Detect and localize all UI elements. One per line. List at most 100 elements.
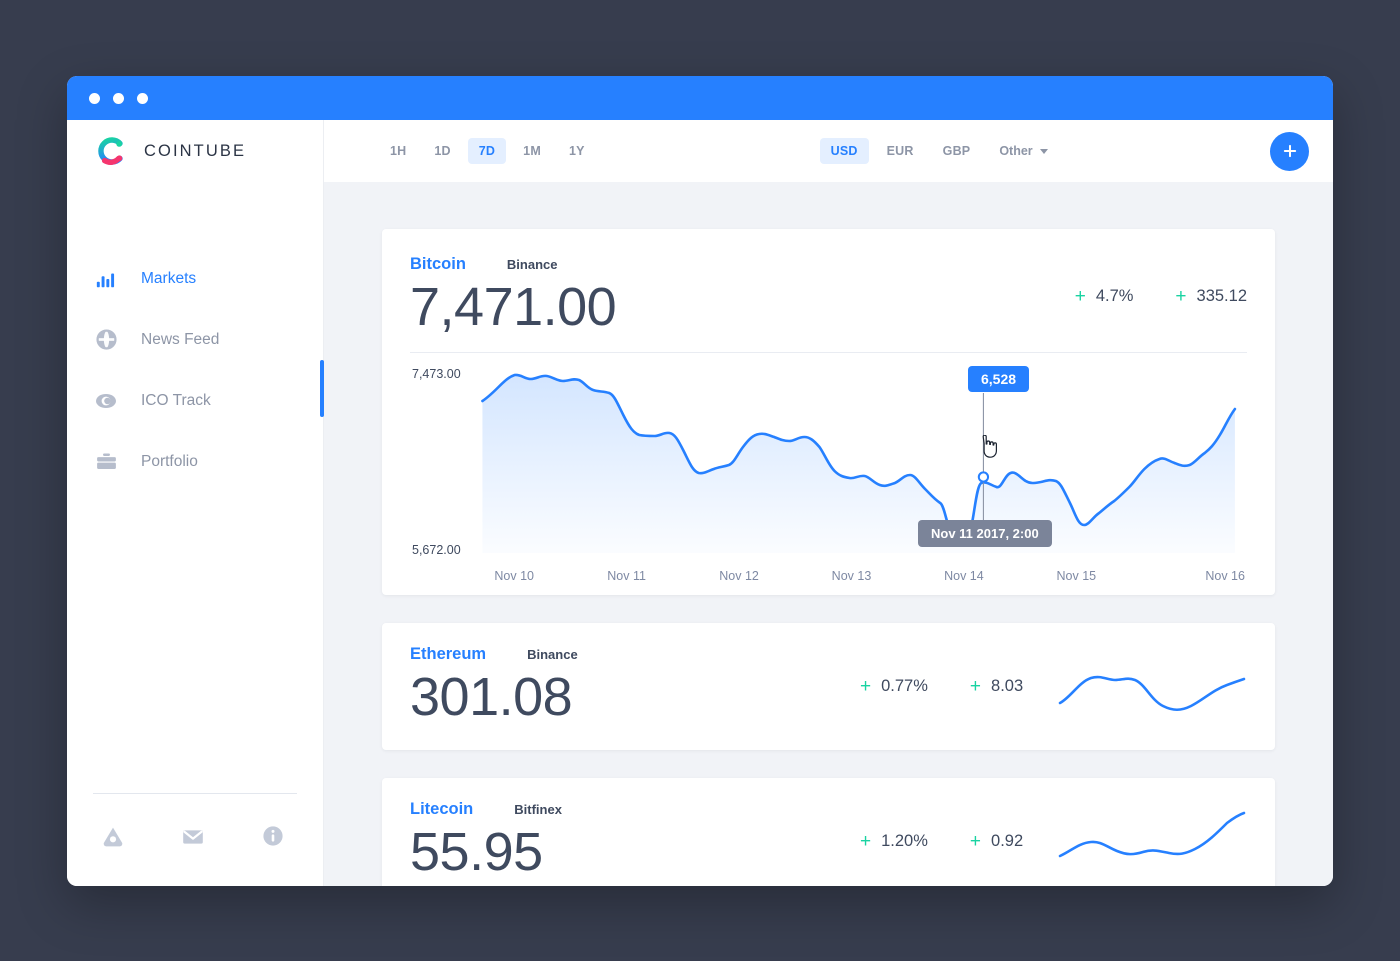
window-maximize-dot[interactable] xyxy=(137,92,148,104)
price-chart[interactable]: 7,473.00 5,672.00 Nov 10 Nov 11 Nov 12 N… xyxy=(410,357,1247,583)
x-tick: Nov 13 xyxy=(831,569,872,584)
plus-icon: + xyxy=(860,676,872,698)
window-titlebar xyxy=(67,76,1333,120)
y-axis-max-label: 7,473.00 xyxy=(412,367,461,382)
coin-title-row: Bitcoin Binance xyxy=(410,255,1075,274)
toolbar-right xyxy=(1270,131,1309,171)
briefcase-icon xyxy=(93,449,119,475)
plus-icon: + xyxy=(860,831,872,853)
change-percent: + 1.20% xyxy=(860,832,928,851)
sidebar-nav: Markets News Feed ICO Track Portfolio xyxy=(67,248,323,492)
footer-divider xyxy=(93,793,297,794)
cointube-c-logo-icon xyxy=(93,134,127,168)
chart-area-fill xyxy=(482,374,1235,554)
card-header-right: + 0.77% + 8.03 xyxy=(850,677,1057,696)
sparkline-ethereum xyxy=(1057,656,1247,718)
plus-icon: + xyxy=(969,676,982,698)
cards-scroll-area[interactable]: Bitcoin Binance 7,471.00 + 4.7% + 335.12… xyxy=(324,182,1333,886)
card-header-right: + 1.20% + 0.92 xyxy=(850,832,1057,851)
currency-usd[interactable]: USD xyxy=(819,138,869,164)
info-icon[interactable] xyxy=(261,824,285,848)
price-chart-svg xyxy=(481,373,1237,554)
coin-price: 7,471.00 xyxy=(410,277,617,337)
coin-exchange: Binance xyxy=(506,257,558,272)
chart-time-tooltip: Nov 11 2017, 2:00 xyxy=(918,520,1052,548)
mail-icon[interactable] xyxy=(181,824,205,848)
coin-exchange: Bitfinex xyxy=(514,802,562,818)
sidebar: COINTUBE Markets News Feed ICO Track Por… xyxy=(67,120,324,886)
change-percent-value: 4.7% xyxy=(1095,287,1134,305)
card-header-left: Litecoin Bitfinex 55.95 xyxy=(410,800,850,883)
brand-name: COINTUBE xyxy=(144,141,247,160)
x-tick: Nov 11 xyxy=(607,569,646,584)
brand[interactable]: COINTUBE xyxy=(67,120,323,182)
currency-group: USD EUR GBP Other xyxy=(819,138,1052,164)
change-absolute: + 0.92 xyxy=(970,832,1023,851)
change-absolute: + 335.12 xyxy=(1175,287,1247,306)
card-header-left: Ethereum Binance 301.08 xyxy=(410,645,850,728)
chart-hover-point xyxy=(977,471,990,483)
sidebar-item-label: News Feed xyxy=(141,330,220,348)
currency-other-dropdown[interactable]: Other xyxy=(988,138,1051,164)
range-1y[interactable]: 1Y xyxy=(558,138,596,164)
range-7d[interactable]: 7D xyxy=(467,138,507,164)
currency-eur[interactable]: EUR xyxy=(876,138,925,164)
coin-exchange: Binance xyxy=(527,647,578,663)
change-absolute: + 8.03 xyxy=(970,677,1023,696)
add-button[interactable] xyxy=(1270,131,1309,171)
coin-name[interactable]: Litecoin xyxy=(410,800,473,819)
card-header-right: + 4.7% + 335.12 xyxy=(1075,255,1247,306)
plus-icon: + xyxy=(969,831,982,853)
active-nav-accent-bar xyxy=(320,360,324,417)
x-tick: Nov 15 xyxy=(1056,569,1097,584)
coin-card-bitcoin: Bitcoin Binance 7,471.00 + 4.7% + 335.12… xyxy=(382,229,1275,596)
change-percent-value: 1.20% xyxy=(881,832,928,851)
coin-card-ethereum: Ethereum Binance 301.08 + 0.77% + 8.03 xyxy=(382,623,1275,751)
x-axis-labels: Nov 10 Nov 11 Nov 12 Nov 13 Nov 14 Nov 1… xyxy=(458,569,1247,583)
change-percent: + 4.7% xyxy=(1075,287,1134,306)
x-tick: Nov 14 xyxy=(944,569,984,584)
card-header: Bitcoin Binance 7,471.00 + 4.7% + 335.12 xyxy=(410,255,1247,338)
range-1m[interactable]: 1M xyxy=(512,138,552,164)
sidebar-item-label: ICO Track xyxy=(141,391,211,409)
sidebar-item-ico-track[interactable]: ICO Track xyxy=(67,370,323,431)
change-percent-value: 0.77% xyxy=(881,677,928,696)
globe-icon xyxy=(93,327,119,353)
eye-icon xyxy=(93,388,119,414)
sidebar-item-label: Markets xyxy=(141,269,197,287)
time-range-group: 1H 1D 7D 1M 1Y xyxy=(379,138,596,164)
coin-title-row: Ethereum Binance xyxy=(410,645,850,664)
sidebar-item-news-feed[interactable]: News Feed xyxy=(67,309,323,370)
chevron-down-icon xyxy=(1039,148,1048,154)
app-body: COINTUBE Markets News Feed ICO Track Por… xyxy=(67,120,1333,886)
currency-gbp[interactable]: GBP xyxy=(932,138,982,164)
sparkline-litecoin xyxy=(1057,811,1247,873)
coin-title-row: Litecoin Bitfinex xyxy=(410,800,850,819)
app-window: COINTUBE Markets News Feed ICO Track Por… xyxy=(67,76,1333,886)
coin-card-litecoin: Litecoin Bitfinex 55.95 + 1.20% + 0.92 xyxy=(382,778,1275,886)
window-close-dot[interactable] xyxy=(89,92,100,104)
plus-icon: + xyxy=(1175,286,1187,307)
card-header-left: Bitcoin Binance 7,471.00 xyxy=(410,255,1075,338)
change-absolute-value: 0.92 xyxy=(991,832,1024,851)
sidebar-item-markets[interactable]: Markets xyxy=(67,248,323,309)
currency-other-label: Other xyxy=(999,144,1033,158)
range-1h[interactable]: 1H xyxy=(379,138,417,164)
plus-icon: + xyxy=(1074,286,1086,307)
toolbar: 1H 1D 7D 1M 1Y USD EUR GBP Other xyxy=(324,120,1333,182)
alert-triangle-icon[interactable] xyxy=(101,824,125,848)
bar-chart-icon xyxy=(93,266,119,292)
mouse-cursor-icon xyxy=(978,434,998,459)
window-minimize-dot[interactable] xyxy=(113,92,124,104)
coin-name[interactable]: Ethereum xyxy=(410,645,486,664)
sidebar-item-label: Portfolio xyxy=(141,452,198,470)
chart-value-tooltip: 6,528 xyxy=(968,366,1030,393)
y-axis-min-label: 5,672.00 xyxy=(412,543,461,558)
coin-price: 301.08 xyxy=(410,667,573,728)
x-tick: Nov 10 xyxy=(494,569,535,584)
coin-name[interactable]: Bitcoin xyxy=(410,255,466,274)
sidebar-item-portfolio[interactable]: Portfolio xyxy=(67,431,323,492)
change-absolute-value: 8.03 xyxy=(991,677,1024,696)
range-1d[interactable]: 1D xyxy=(423,138,461,164)
